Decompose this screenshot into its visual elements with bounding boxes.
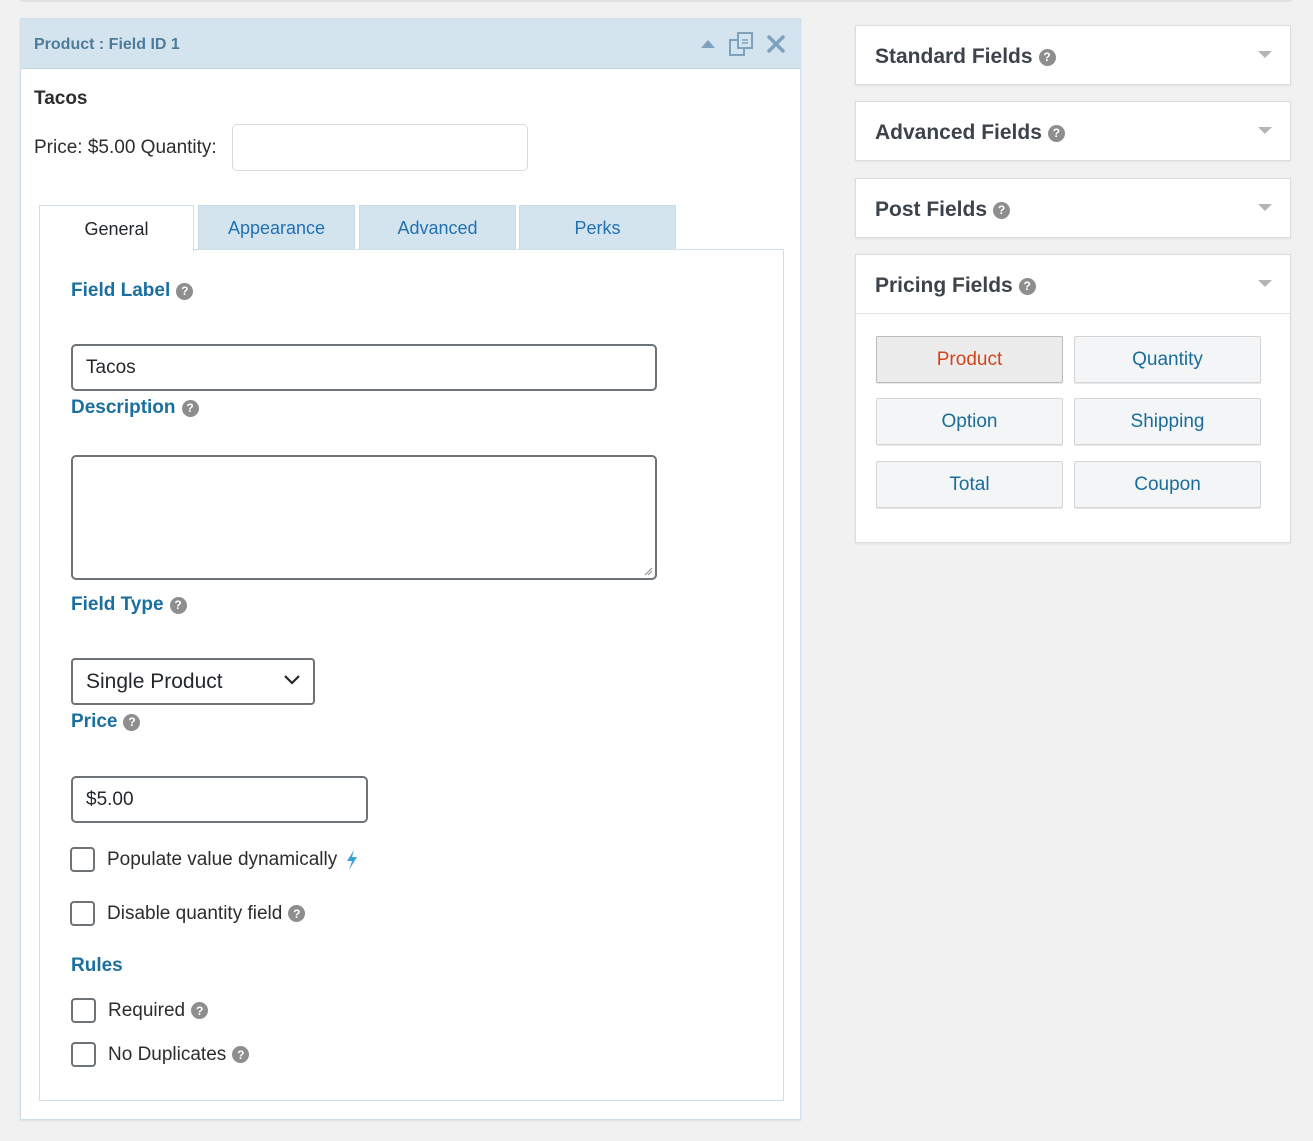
resize-grip-icon[interactable] (643, 566, 653, 576)
lightning-bolt-icon[interactable] (345, 849, 359, 870)
pricing-fields-title: Pricing Fields ? (875, 274, 1036, 298)
add-product-field-button[interactable]: Product (876, 336, 1063, 383)
chevron-down-icon (284, 675, 300, 685)
add-shipping-field-button[interactable]: Shipping (1074, 398, 1261, 445)
tab-appearance[interactable]: Appearance (198, 205, 355, 250)
general-settings-panel: Field Label ? Tacos Description ? Field … (39, 249, 784, 1101)
post-fields-label: Post Fields (875, 198, 988, 221)
no-duplicates-label: No Duplicates (108, 1043, 227, 1065)
caret-down-icon (1258, 127, 1272, 134)
field-type-value: Single Product (86, 669, 223, 693)
populate-dynamically-option[interactable]: Populate value dynamically (70, 847, 359, 872)
pricing-fields-toggle[interactable]: Pricing Fields ? (856, 255, 1290, 313)
field-type-title: Field Type (71, 594, 164, 615)
advanced-fields-label: Advanced Fields (875, 121, 1042, 144)
caret-down-icon (1258, 204, 1272, 211)
field-label-title: Field Label (71, 280, 171, 301)
field-label-input[interactable]: Tacos (71, 344, 657, 391)
post-fields-toggle[interactable]: Post Fields ? (856, 179, 1290, 237)
price-heading: Price ? (71, 711, 141, 733)
help-icon[interactable]: ? (1018, 277, 1036, 295)
standard-fields-toggle[interactable]: Standard Fields ? (856, 26, 1290, 84)
preview-price-quantity: Price: $5.00 Quantity: (34, 137, 217, 158)
description-textarea[interactable] (71, 455, 657, 580)
disable-quantity-option[interactable]: Disable quantity field ? (70, 901, 306, 926)
price-title: Price (71, 711, 118, 732)
post-fields-title: Post Fields ? (875, 198, 1011, 222)
help-icon[interactable]: ? (288, 905, 306, 922)
advanced-fields-title: Advanced Fields ? (875, 121, 1065, 145)
standard-fields-panel: Standard Fields ? (855, 25, 1291, 85)
field-editor-title: Product : Field ID 1 (34, 36, 180, 53)
help-icon[interactable]: ? (1038, 48, 1056, 66)
help-icon[interactable]: ? (191, 1002, 209, 1019)
description-heading: Description ? (71, 397, 199, 419)
standard-fields-label: Standard Fields (875, 45, 1033, 68)
help-icon[interactable]: ? (169, 596, 187, 614)
help-icon[interactable]: ? (232, 1046, 250, 1063)
add-coupon-field-button[interactable]: Coupon (1074, 461, 1261, 508)
disable-quantity-label: Disable quantity field (107, 902, 283, 924)
advanced-fields-toggle[interactable]: Advanced Fields ? (856, 102, 1290, 160)
field-editor-header[interactable]: Product : Field ID 1 (21, 19, 800, 69)
add-quantity-field-button[interactable]: Quantity (1074, 336, 1261, 383)
rules-heading: Rules (71, 955, 123, 976)
help-icon[interactable]: ? (176, 282, 194, 300)
field-editor-panel: Product : Field ID 1 Tacos Price: $5.00 … (20, 18, 801, 1120)
populate-dynamically-label: Populate value dynamically (107, 848, 338, 870)
pricing-fields-label: Pricing Fields (875, 274, 1013, 297)
required-label: Required (108, 999, 186, 1021)
required-option[interactable]: Required ? (71, 998, 209, 1023)
add-total-field-button[interactable]: Total (876, 461, 1063, 508)
pricing-fields-panel: Pricing Fields ? Product Quantity Option… (855, 254, 1291, 543)
help-icon[interactable]: ? (123, 713, 141, 731)
duplicate-icon[interactable] (728, 32, 756, 56)
help-icon[interactable]: ? (993, 201, 1011, 219)
preview-quantity-input[interactable] (232, 124, 528, 171)
required-checkbox[interactable] (71, 998, 96, 1023)
help-icon[interactable]: ? (1047, 124, 1065, 142)
post-fields-panel: Post Fields ? (855, 178, 1291, 238)
help-icon[interactable]: ? (181, 399, 199, 417)
no-duplicates-checkbox[interactable] (71, 1042, 96, 1067)
add-option-field-button[interactable]: Option (876, 398, 1063, 445)
tab-perks[interactable]: Perks (519, 205, 676, 250)
collapse-icon[interactable] (699, 32, 717, 56)
top-divider (20, 0, 1292, 2)
populate-dynamically-checkbox[interactable] (70, 847, 95, 872)
caret-down-icon (1258, 280, 1272, 287)
preview-field-label: Tacos (34, 88, 88, 109)
tab-advanced[interactable]: Advanced (359, 205, 516, 250)
price-input[interactable]: $5.00 (71, 776, 368, 823)
caret-down-icon (1258, 51, 1272, 58)
advanced-fields-panel: Advanced Fields ? (855, 101, 1291, 161)
field-type-heading: Field Type ? (71, 594, 187, 616)
disable-quantity-checkbox[interactable] (70, 901, 95, 926)
panel-divider (856, 313, 1290, 314)
standard-fields-title: Standard Fields ? (875, 45, 1056, 69)
field-label-heading: Field Label ? (71, 280, 194, 302)
delete-field-icon[interactable] (766, 32, 786, 56)
tab-general[interactable]: General (39, 205, 194, 252)
description-title: Description (71, 397, 176, 418)
field-type-select[interactable]: Single Product (71, 658, 315, 705)
no-duplicates-option[interactable]: No Duplicates ? (71, 1042, 250, 1067)
